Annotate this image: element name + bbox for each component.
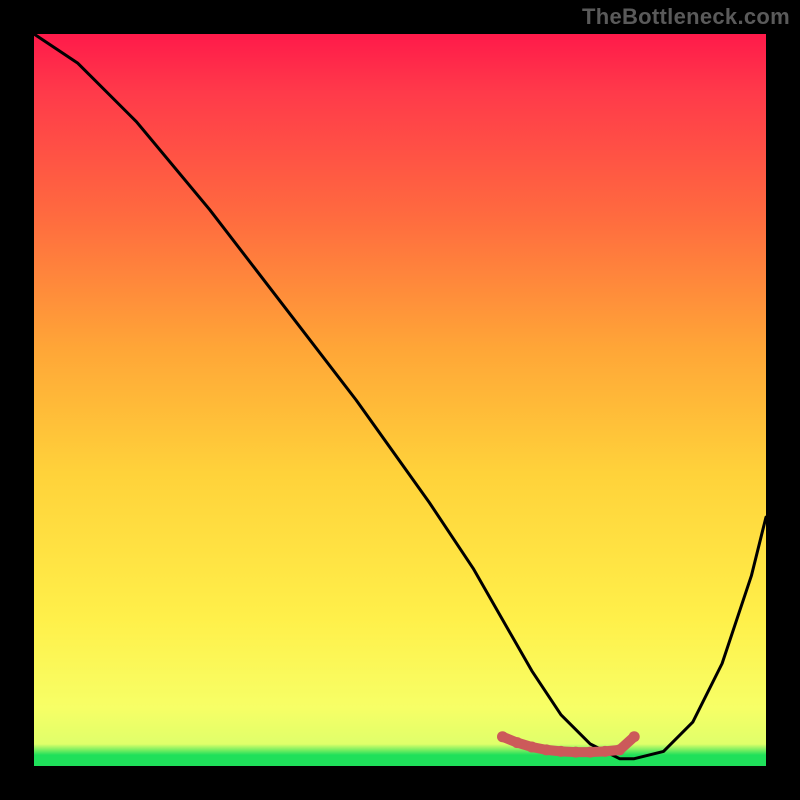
optimal-range-dot [585,747,596,758]
optimal-range-dot [541,744,552,755]
curve-svg [34,34,766,766]
optimal-range-dot [497,731,508,742]
bottleneck-curve-path [34,34,766,759]
optimal-range-dot [629,731,640,742]
optimal-range-dot [556,746,567,757]
chart-frame: TheBottleneck.com [0,0,800,800]
optimal-range-dot [570,747,581,758]
watermark-text: TheBottleneck.com [582,4,790,30]
optimal-range-dot [512,737,523,748]
optimal-range-dot [600,746,611,757]
optimal-range-dot [614,744,625,755]
plot-area [34,34,766,766]
optimal-range-dot [526,742,537,753]
